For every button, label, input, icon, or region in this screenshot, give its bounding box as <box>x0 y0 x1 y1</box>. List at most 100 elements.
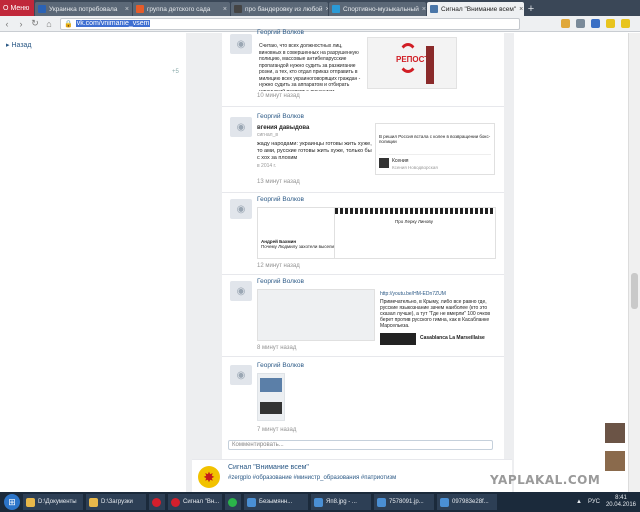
taskbar-item[interactable]: D:\Документы <box>23 494 83 510</box>
wall-post: ◉ Георгий Волков Андрей Бахмин Почему Лю… <box>222 193 504 275</box>
oil-rig-image <box>426 46 434 84</box>
post-time[interactable]: 8 минут назад <box>257 345 296 351</box>
embedded-post[interactable]: В решил Россия встала с колен в возвраще… <box>375 123 495 175</box>
browser-tab[interactable]: Украинка потребовала × <box>35 2 132 16</box>
wall-post: ◉ Георгий Волков вгения давыдова сигнал_… <box>222 111 504 193</box>
close-icon[interactable]: × <box>223 6 227 13</box>
taskbar-item[interactable]: 097983e28f... <box>437 494 497 510</box>
close-icon[interactable]: × <box>422 6 426 13</box>
post-time[interactable]: 7 минут назад <box>257 427 296 433</box>
toolbar-icons <box>561 19 640 28</box>
post-link[interactable]: http://youtu.be/HM-EDn7ZUM <box>380 291 446 298</box>
taskbar-item[interactable]: Яп8.jpg - ... <box>311 494 371 510</box>
back-link[interactable]: ▸ Назад <box>6 41 32 49</box>
windows-taskbar: ⊞ D:\Документы D:\Загрузки Сигнал "Вн...… <box>0 492 640 512</box>
avatar <box>379 158 389 168</box>
tab-label: группа детского сада <box>147 5 211 13</box>
reload-icon[interactable]: ↻ <box>28 17 42 31</box>
repost-image[interactable]: РЕПОСТ! <box>367 37 457 89</box>
favicon-icon <box>430 5 438 13</box>
download-icon[interactable] <box>576 19 585 28</box>
taskbar-item[interactable]: Сигнал "Вн... <box>168 494 222 510</box>
post-image[interactable]: Про Лерку Линову <box>334 207 496 259</box>
forward-icon[interactable]: › <box>14 17 28 31</box>
browser-tab-active[interactable]: Сигнал "Внимание всем" × <box>427 2 524 16</box>
embed-meta: Ксения Новодворская <box>392 165 438 170</box>
taskbar-item[interactable]: D:\Загрузки <box>86 494 146 510</box>
extension-icon[interactable] <box>621 19 630 28</box>
ornament-border <box>335 208 495 214</box>
tab-label: Сигнал "Внимание всем" <box>441 5 517 13</box>
close-icon[interactable]: × <box>125 6 129 13</box>
camera-icon[interactable]: ◉ <box>230 34 252 54</box>
camera-icon[interactable]: ◉ <box>230 117 252 137</box>
post-time[interactable]: 12 минут назад <box>257 263 300 269</box>
camera-icon[interactable]: ◉ <box>230 199 252 219</box>
signal-logo-icon[interactable]: ✸ <box>198 466 220 488</box>
start-button[interactable]: ⊞ <box>4 494 20 510</box>
browser-tab-bar: O Меню Украинка потребовала × группа детск… <box>0 0 640 16</box>
post-author[interactable]: Георгий Волков <box>257 113 304 120</box>
clock-time: 8:41 <box>615 495 627 501</box>
browser-tab[interactable]: Спортивно-музыкальный × <box>329 2 426 16</box>
taskbar-label: Сигнал "Вн... <box>183 499 220 505</box>
post-image[interactable] <box>257 289 375 341</box>
image-text: Почему Людмилу захотели выселить? <box>261 244 341 249</box>
post-author[interactable]: Георгий Волков <box>257 196 304 203</box>
extension-icon[interactable] <box>606 19 615 28</box>
post-time[interactable]: 10 минут назад <box>257 93 300 99</box>
opera-icon <box>171 497 180 507</box>
system-tray: ▲ РУС 8:41 20.04.2016 <box>576 495 640 509</box>
video-thumbnail[interactable] <box>380 333 416 345</box>
group-name[interactable]: Сигнал "Внимание всем" <box>228 464 309 471</box>
tab-label: Украинка потребовала <box>49 5 118 13</box>
tab-label: Спортивно-музыкальный <box>343 5 419 13</box>
scrollbar[interactable] <box>628 33 640 492</box>
taskbar-item[interactable]: Безымянн... <box>244 494 308 510</box>
new-tab-button[interactable]: + <box>524 2 538 16</box>
taskbar-item[interactable] <box>149 494 165 510</box>
url-field[interactable]: 🔒 vk.com/vnimanie_vsem <box>60 17 520 30</box>
taskbar-label: 7578091.jp... <box>389 499 424 505</box>
url-text: vk.com/vnimanie_vsem <box>75 20 151 27</box>
post-author[interactable]: Георгий Волков <box>257 29 304 36</box>
taskbar-item[interactable] <box>225 494 241 510</box>
network-icon[interactable]: ▲ <box>576 499 582 505</box>
menu-label: Меню <box>10 4 30 12</box>
taskbar-label: 097983e28f... <box>452 499 489 505</box>
back-icon[interactable]: ‹ <box>0 17 14 31</box>
shield-icon[interactable] <box>591 19 600 28</box>
image-icon <box>314 497 323 507</box>
home-icon[interactable]: ⌂ <box>42 17 56 31</box>
taskbar-item[interactable]: 7578091.jp... <box>374 494 434 510</box>
music-title[interactable]: Casablanca La Marseillaise <box>420 335 485 342</box>
language-indicator[interactable]: РУС <box>588 499 600 505</box>
opera-menu-button[interactable]: O Меню <box>0 0 34 16</box>
avatar[interactable] <box>605 451 625 471</box>
repost-author[interactable]: вгения давыдова <box>257 125 309 132</box>
close-icon[interactable]: × <box>519 6 523 13</box>
avatar[interactable] <box>605 423 625 443</box>
taskbar-label: D:\Загрузки <box>101 499 133 505</box>
clock[interactable]: 8:41 20.04.2016 <box>606 495 636 509</box>
browser-tab[interactable]: про бандеровку из любой × <box>231 2 328 16</box>
image-caption: Про Лерку Линову <box>395 219 433 224</box>
yaplakal-watermark: YAPLAKAL.COM <box>490 473 601 487</box>
post-author[interactable]: Георгий Волков <box>257 278 304 285</box>
favicon-icon <box>332 5 340 13</box>
camera-icon[interactable]: ◉ <box>230 281 252 301</box>
scrollbar-thumb[interactable] <box>631 273 638 309</box>
post-author[interactable]: Георгий Волков <box>257 362 304 369</box>
browser-tab[interactable]: группа детского сада × <box>133 2 230 16</box>
post-image[interactable] <box>257 373 285 421</box>
favicon-icon <box>234 5 242 13</box>
folder-icon <box>89 497 98 507</box>
close-icon[interactable]: × <box>325 6 328 13</box>
image-icon <box>440 497 449 507</box>
opera-icon: O <box>3 4 9 12</box>
group-tags[interactable]: #zergplo #образование #министр_образован… <box>228 475 396 481</box>
comment-input[interactable]: Комментировать... <box>228 440 493 450</box>
post-time[interactable]: 13 минут назад <box>257 179 300 185</box>
bookmark-icon[interactable] <box>561 19 570 28</box>
camera-icon[interactable]: ◉ <box>230 365 252 385</box>
